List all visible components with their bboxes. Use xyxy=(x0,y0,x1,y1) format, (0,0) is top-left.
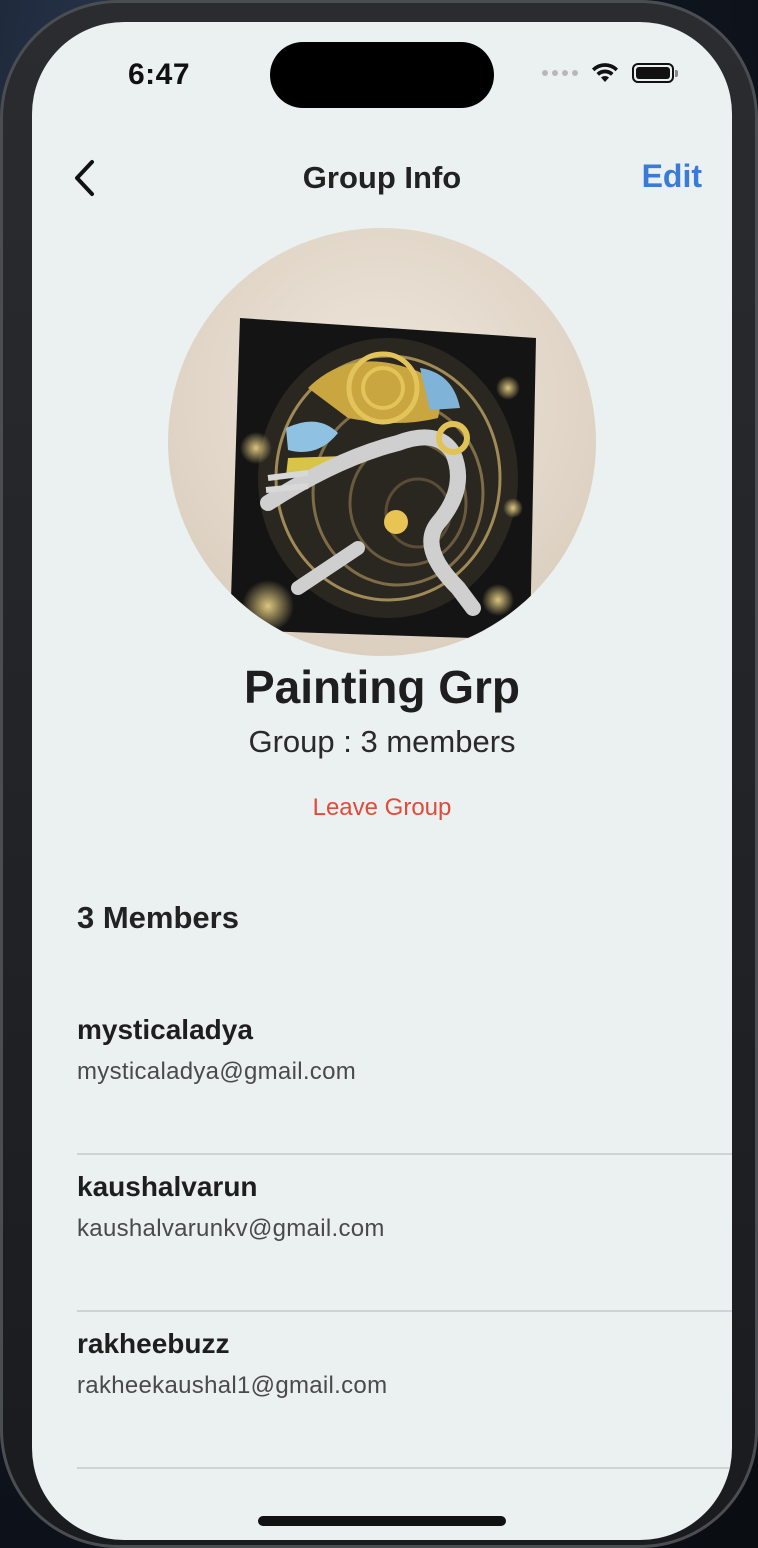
page-title: Group Info xyxy=(302,160,462,195)
member-list: mysticaladya mysticaladya@gmail.com kaus… xyxy=(77,998,732,1469)
list-item[interactable]: rakheebuzz rakheekaushal1@gmail.com xyxy=(77,1312,732,1469)
member-username: kaushalvarun xyxy=(77,1171,258,1202)
app-screen: 6:47 Group Info Edit Painting Grp Group … xyxy=(32,22,732,1540)
status-time: 6:47 xyxy=(128,58,191,91)
member-email: mysticaladya@gmail.com xyxy=(77,1058,357,1085)
list-item[interactable]: kaushalvarun kaushalvarunkv@gmail.com xyxy=(77,1155,732,1312)
dynamic-island xyxy=(270,42,494,108)
member-email: kaushalvarunkv@gmail.com xyxy=(77,1215,385,1242)
edit-button[interactable]: Edit xyxy=(642,158,702,195)
group-name: Painting Grp xyxy=(244,661,520,713)
leave-group-button[interactable]: Leave Group xyxy=(32,794,732,822)
status-indicators xyxy=(542,62,678,84)
group-member-count: Group : 3 members xyxy=(248,724,516,759)
member-email: rakheekaushal1@gmail.com xyxy=(77,1372,388,1399)
signal-dots-icon xyxy=(542,70,578,76)
member-username: rakheebuzz xyxy=(77,1328,230,1359)
group-avatar[interactable] xyxy=(168,228,596,656)
member-username: mysticaladya xyxy=(77,1014,253,1045)
navigation-bar: Group Info Edit xyxy=(32,146,732,210)
battery-icon xyxy=(632,63,678,83)
list-item[interactable]: mysticaladya mysticaladya@gmail.com xyxy=(77,998,732,1155)
home-indicator[interactable] xyxy=(258,1516,506,1526)
wifi-icon xyxy=(590,62,620,84)
members-heading: 3 Members xyxy=(77,900,239,935)
